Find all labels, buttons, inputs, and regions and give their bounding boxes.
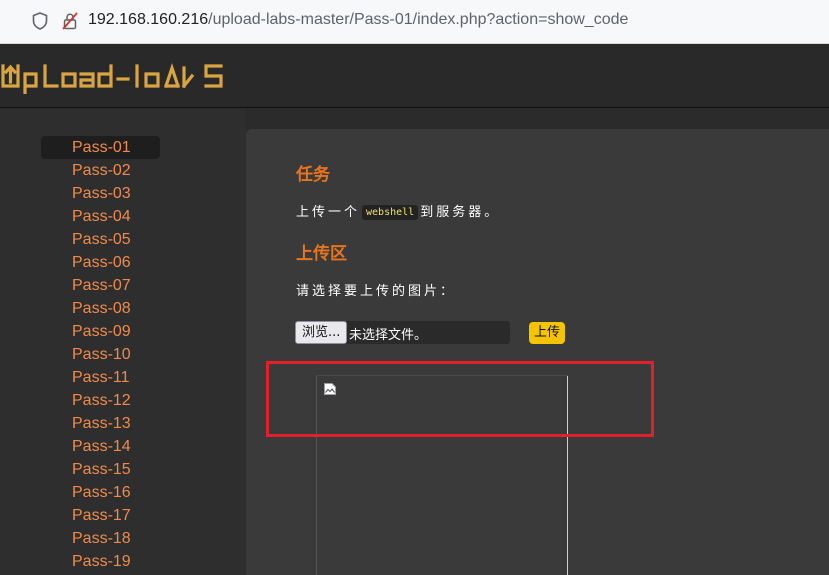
url-text[interactable]: 192.168.160.216/upload-labs-master/Pass-…	[88, 11, 628, 29]
address-bar[interactable]: 192.168.160.216/upload-labs-master/Pass-…	[0, 0, 829, 44]
webshell-code: webshell	[362, 205, 419, 220]
sidebar-item-pass-09[interactable]: Pass-09	[41, 320, 160, 343]
sidebar-item-pass-17[interactable]: Pass-17	[41, 504, 160, 527]
sidebar-item-pass-16[interactable]: Pass-16	[41, 481, 160, 504]
site-logo[interactable]	[0, 58, 232, 98]
file-input[interactable]: 浏览... 未选择文件。	[295, 321, 510, 344]
choose-image-label: 请选择要上传的图片：	[296, 284, 457, 299]
sidebar-item-pass-07[interactable]: Pass-07	[41, 274, 160, 297]
upload-button[interactable]: 上传	[529, 322, 566, 344]
sidebar-item-pass-04[interactable]: Pass-04	[41, 205, 160, 228]
sidebar-item-pass-01[interactable]: Pass-01	[41, 136, 160, 159]
sidebar-item-pass-11[interactable]: Pass-11	[41, 366, 160, 389]
task-text-before: 上传一个	[296, 205, 361, 220]
highlight-box	[266, 361, 654, 437]
file-status-text: 未选择文件。	[349, 328, 428, 343]
sidebar-item-pass-14[interactable]: Pass-14	[41, 435, 160, 458]
sidebar-item-pass-10[interactable]: Pass-10	[41, 343, 160, 366]
url-path: /upload-labs-master/Pass-01/index.php?ac…	[208, 11, 629, 28]
url-host: 192.168.160.216	[88, 11, 209, 28]
sidebar-item-pass-12[interactable]: Pass-12	[41, 389, 160, 412]
sidebar-nav: Pass-01 Pass-02 Pass-03 Pass-04 Pass-05 …	[0, 109, 246, 575]
main-panel: 任务 上传一个 webshell 到服务器。 上传区 请选择要上传的图片： 浏览..…	[246, 129, 829, 575]
sidebar-item-pass-08[interactable]: Pass-08	[41, 297, 160, 320]
sidebar-item-pass-15[interactable]: Pass-15	[41, 458, 160, 481]
sidebar-item-pass-06[interactable]: Pass-06	[41, 251, 160, 274]
task-description: 上传一个 webshell 到服务器。	[296, 201, 500, 220]
task-heading: 任务	[296, 165, 330, 185]
insecure-lock-icon[interactable]	[62, 12, 78, 34]
sidebar-item-pass-02[interactable]: Pass-02	[41, 159, 160, 182]
sidebar-item-pass-05[interactable]: Pass-05	[41, 228, 160, 251]
sidebar-item-pass-03[interactable]: Pass-03	[41, 182, 160, 205]
task-text-after: 到服务器。	[420, 205, 501, 220]
site-header	[0, 44, 829, 108]
upload-area-heading: 上传区	[296, 244, 347, 264]
sidebar-item-pass-19[interactable]: Pass-19	[41, 550, 160, 573]
sidebar-item-pass-18[interactable]: Pass-18	[41, 527, 160, 550]
sidebar-item-pass-13[interactable]: Pass-13	[41, 412, 160, 435]
shield-icon[interactable]	[32, 12, 48, 34]
browse-button[interactable]: 浏览...	[295, 321, 348, 344]
